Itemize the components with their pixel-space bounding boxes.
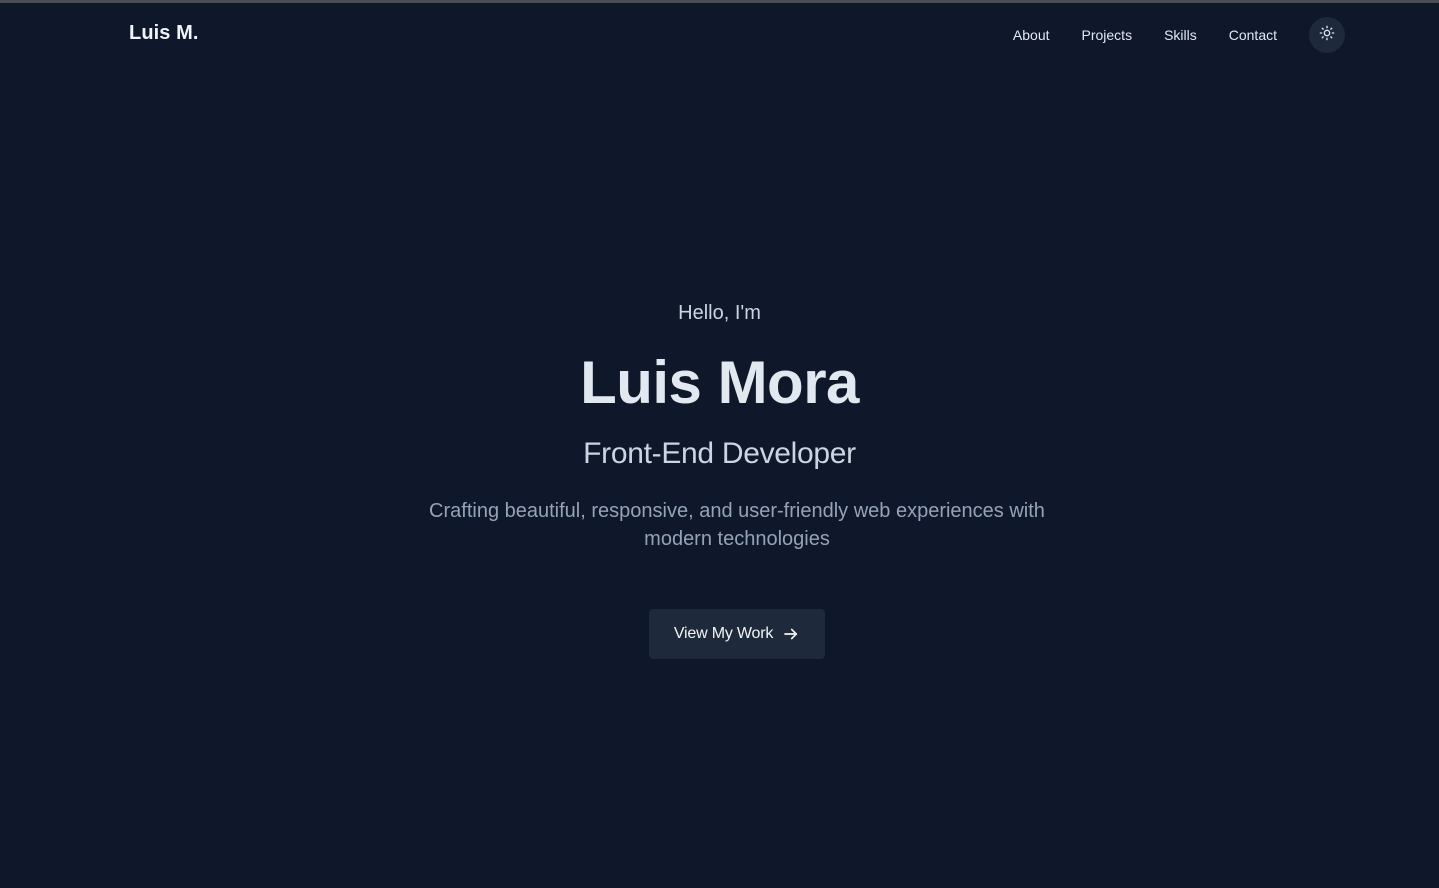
- hero-tagline: Crafting beautiful, responsive, and user…: [429, 500, 1045, 550]
- portfolio-page: Luis M. About Projects Skills Contact He…: [0, 0, 1439, 888]
- site-logo[interactable]: Luis M.: [129, 22, 199, 45]
- nav-link-projects[interactable]: Projects: [1082, 27, 1133, 43]
- sun-icon: [1319, 25, 1335, 46]
- top-navigation: Luis M. About Projects Skills Contact: [0, 3, 1439, 67]
- theme-toggle-button[interactable]: [1309, 17, 1345, 53]
- hero-greeting: Hello, I'm: [678, 302, 761, 324]
- nav-links: About Projects Skills Contact: [1013, 16, 1345, 54]
- hero-name: Luis Mora: [580, 349, 859, 416]
- arrow-right-icon: [782, 625, 800, 643]
- hero-role: Front-End Developer: [583, 437, 856, 470]
- nav-link-skills[interactable]: Skills: [1164, 27, 1197, 43]
- nav-link-contact[interactable]: Contact: [1229, 27, 1277, 43]
- nav-link-about[interactable]: About: [1013, 27, 1050, 43]
- cta-label: View My Work: [673, 625, 774, 642]
- view-my-work-button[interactable]: View My Work: [649, 609, 825, 659]
